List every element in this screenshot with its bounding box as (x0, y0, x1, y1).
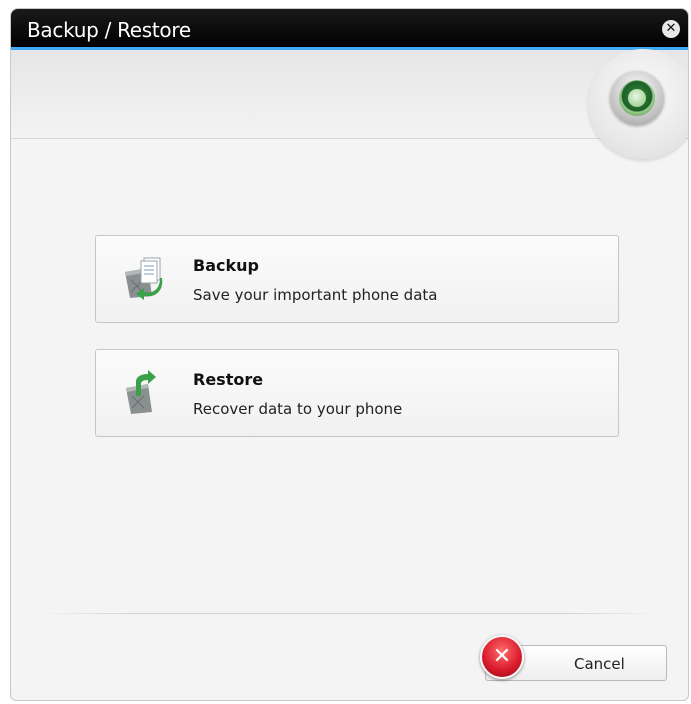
restore-icon (122, 370, 166, 414)
backup-description: Save your important phone data (193, 286, 438, 304)
backup-option-button[interactable]: Backup Save your important phone data (95, 235, 619, 323)
device-connected-icon (610, 71, 664, 125)
device-status-ring (619, 80, 655, 116)
cancel-x-icon: ✕ (480, 635, 524, 679)
footer-divider (41, 613, 661, 614)
header-band (11, 50, 688, 139)
window-title: Backup / Restore (27, 18, 191, 42)
title-bar: Backup / Restore ✕ (11, 9, 688, 50)
restore-description: Recover data to your phone (193, 400, 403, 418)
backup-label: Backup (193, 256, 259, 275)
restore-option-button[interactable]: Restore Recover data to your phone (95, 349, 619, 437)
close-icon[interactable]: ✕ (662, 20, 680, 38)
cancel-button[interactable]: ✕ Cancel (480, 635, 667, 681)
backup-restore-dialog: Backup / Restore ✕ Backup Save your impo… (10, 8, 689, 701)
cancel-label: Cancel (574, 655, 625, 673)
restore-label: Restore (193, 370, 264, 389)
backup-icon (122, 256, 166, 300)
